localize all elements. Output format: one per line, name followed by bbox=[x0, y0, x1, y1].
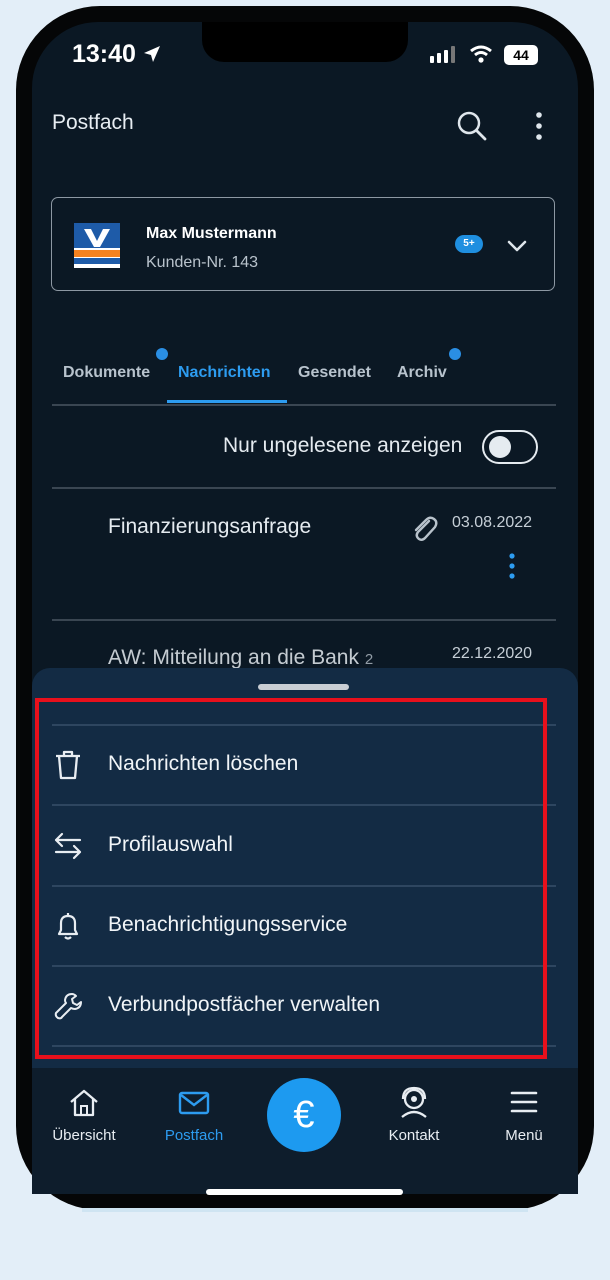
tabs-divider bbox=[52, 404, 556, 406]
active-tab-indicator bbox=[167, 400, 287, 403]
unread-filter-toggle[interactable] bbox=[482, 430, 538, 464]
more-vertical-icon[interactable] bbox=[530, 110, 548, 142]
cellular-signal-icon bbox=[430, 46, 455, 63]
toggle-knob bbox=[489, 436, 511, 458]
message-divider bbox=[52, 619, 556, 621]
search-icon[interactable] bbox=[456, 110, 488, 142]
sheet-drag-handle[interactable] bbox=[258, 684, 349, 690]
chevron-down-icon[interactable] bbox=[506, 238, 528, 254]
attachment-icon bbox=[414, 516, 438, 541]
unread-count-badge: 5+ bbox=[455, 235, 483, 253]
euro-action-button[interactable]: € bbox=[267, 1078, 341, 1152]
message-subject[interactable]: Finanzierungsanfrage bbox=[108, 515, 311, 539]
tab-dokumente[interactable]: Dokumente bbox=[63, 364, 150, 382]
hamburger-icon[interactable] bbox=[510, 1089, 538, 1115]
nav-item-menu[interactable]: Menü bbox=[478, 1127, 570, 1144]
contact-icon[interactable] bbox=[398, 1085, 430, 1119]
tab-dokumente-unread-dot bbox=[156, 348, 168, 360]
bank-logo-icon bbox=[74, 223, 120, 268]
highlight-box bbox=[35, 698, 547, 1059]
notch bbox=[202, 22, 408, 62]
status-time: 13:40 bbox=[72, 40, 136, 68]
unread-filter-label: Nur ungelesene anzeigen bbox=[223, 434, 463, 457]
nav-item-overview[interactable]: Übersicht bbox=[38, 1127, 130, 1144]
message-date-2: 22.12.2020 bbox=[452, 645, 533, 662]
account-name: Max Mustermann bbox=[146, 225, 277, 242]
mail-icon[interactable] bbox=[178, 1090, 210, 1116]
tab-archiv-unread-dot bbox=[449, 348, 461, 360]
home-icon[interactable] bbox=[68, 1088, 100, 1118]
home-indicator bbox=[206, 1189, 403, 1195]
location-arrow-icon bbox=[144, 46, 160, 62]
message-more-icon[interactable] bbox=[505, 552, 519, 582]
nav-item-contact[interactable]: Kontakt bbox=[368, 1127, 460, 1144]
tab-nachrichten[interactable]: Nachrichten bbox=[178, 364, 270, 382]
bottom-edge-strip bbox=[82, 1208, 528, 1212]
message-subject-2[interactable]: AW: Mitteilung an die Bank 2 bbox=[108, 646, 373, 670]
page-title: Postfach bbox=[52, 111, 134, 134]
nav-item-mailbox[interactable]: Postfach bbox=[148, 1127, 240, 1144]
tab-gesendet[interactable]: Gesendet bbox=[298, 364, 371, 382]
filter-divider bbox=[52, 487, 556, 489]
battery-indicator: 44 bbox=[504, 45, 538, 65]
customer-number: Kunden-Nr. 143 bbox=[146, 254, 259, 271]
message-date: 03.08.2022 bbox=[452, 514, 533, 531]
tab-archiv[interactable]: Archiv bbox=[397, 364, 447, 382]
wifi-icon bbox=[470, 45, 492, 63]
